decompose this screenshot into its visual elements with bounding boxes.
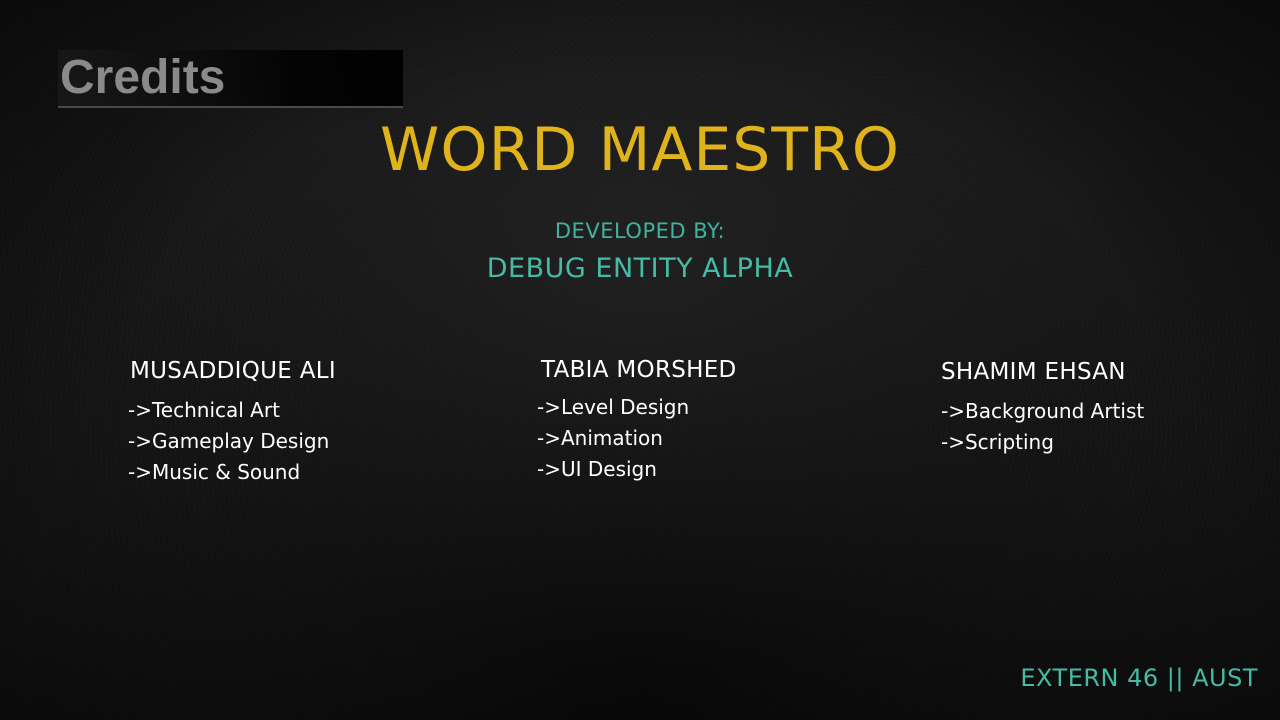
team-member-roles: ->Technical Art ->Gameplay Design ->Musi… [128, 395, 460, 488]
game-title: WORD MAESTRO [380, 115, 900, 185]
role-item: ->Animation [537, 426, 663, 450]
developed-by-label: DEVELOPED BY: [554, 219, 726, 243]
role-item: ->Music & Sound [128, 460, 301, 484]
credits-header: Credits [58, 50, 403, 108]
role-item: ->UI Design [537, 457, 657, 481]
footer-text: EXTERN 46 || AUST [1020, 664, 1258, 692]
team-member-name: TABIA MORSHED [541, 357, 737, 383]
team-member-musaddique: MUSADDIQUE ALI ->Technical Art ->Gamepla… [128, 355, 460, 488]
role-item: ->Background Artist [941, 399, 1145, 423]
team-member-name: MUSADDIQUE ALI [130, 358, 336, 384]
team-member-shamim: SHAMIM EHSAN ->Background Artist ->Scrip… [941, 356, 1271, 458]
developer-name: DEBUG ENTITY ALPHA [486, 253, 794, 284]
team-member-tabia: TABIA MORSHED ->Level Design ->Animation… [537, 354, 871, 485]
team-member-roles: ->Background Artist ->Scripting [941, 396, 1271, 458]
role-item: ->Scripting [941, 430, 1054, 454]
team-member-name: SHAMIM EHSAN [941, 359, 1126, 385]
team-member-roles: ->Level Design ->Animation ->UI Design [537, 392, 871, 485]
role-item: ->Level Design [537, 395, 690, 419]
credits-header-label: Credits [60, 51, 226, 104]
role-item: ->Gameplay Design [128, 429, 330, 453]
role-item: ->Technical Art [128, 398, 280, 422]
